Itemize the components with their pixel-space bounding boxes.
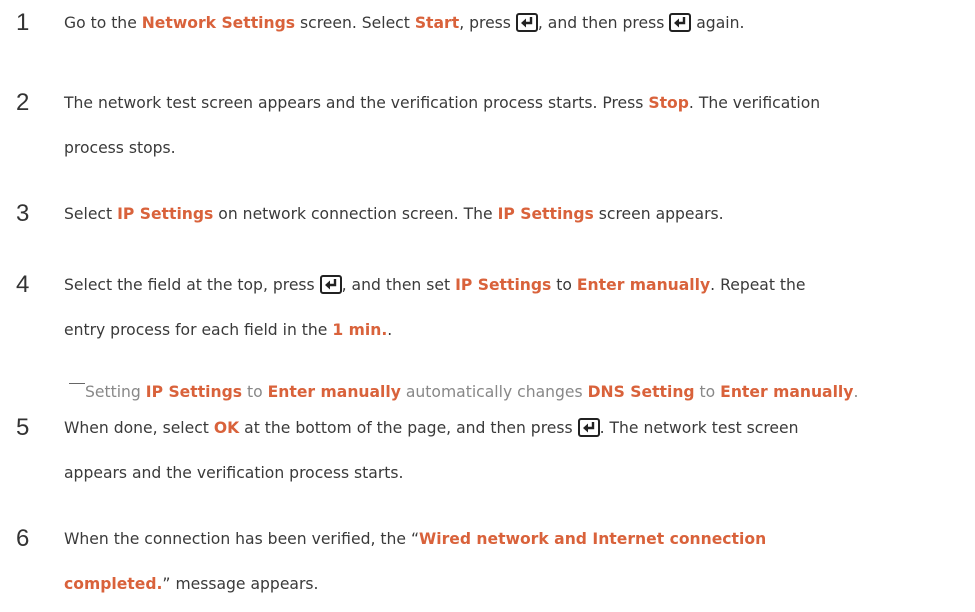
highlight-term: IP Settings (497, 205, 594, 223)
enter-key-icon (319, 275, 342, 294)
step-number: 2 (16, 89, 30, 116)
body-text: to (242, 383, 268, 401)
step-text: The network test screen appears and the … (64, 86, 964, 165)
step-text: When done, select OK at the bottom of th… (64, 411, 964, 490)
body-text: again. (691, 14, 745, 32)
step-line: When the connection has been verified, t… (64, 522, 964, 556)
body-text: Setting (85, 383, 146, 401)
body-text: ” message appears. (162, 575, 319, 593)
enter-key-icon (515, 13, 538, 32)
step-text: Go to the Network Settings screen. Selec… (64, 6, 964, 40)
body-text: . (387, 321, 393, 339)
highlight-term: Enter manually (576, 276, 711, 294)
step-line: completed.” message appears. (64, 567, 964, 601)
highlight-term: Enter manually (267, 383, 401, 401)
step-line: entry process for each field in the 1 mi… (64, 313, 964, 347)
body-text: process stops. (64, 139, 176, 157)
highlight-term: completed. (64, 575, 163, 593)
step-number: 6 (16, 525, 30, 552)
step-line: When done, select OK at the bottom of th… (64, 411, 964, 445)
body-text: entry process for each field in the (64, 321, 333, 339)
highlight-term: IP Settings (117, 205, 214, 223)
body-text: Select the field at the top, press (64, 276, 320, 294)
body-text: screen. Select (295, 14, 415, 32)
highlight-term: Network Settings (141, 14, 296, 32)
highlight-term: OK (213, 419, 240, 437)
body-text: Select (64, 205, 118, 223)
note-text: Setting IP Settings to Enter manually au… (85, 381, 858, 403)
step-line: process stops. (64, 131, 964, 165)
body-text: . The verification (688, 94, 821, 112)
step-line: Select IP Settings on network connection… (64, 197, 964, 231)
step-number: 4 (16, 271, 30, 298)
step-text: When the connection has been verified, t… (64, 522, 964, 601)
note-dash (69, 383, 85, 384)
highlight-term: Stop (648, 94, 689, 112)
body-text: automatically changes (400, 383, 588, 401)
highlight-term: IP Settings (455, 276, 552, 294)
body-text: . The network test screen (599, 419, 799, 437)
highlight-term: Start (414, 14, 460, 32)
highlight-term: IP Settings (145, 383, 243, 401)
enter-key-icon (577, 418, 600, 437)
body-text: screen appears. (593, 205, 724, 223)
body-text: , and then set (341, 276, 456, 294)
step-line: Go to the Network Settings screen. Selec… (64, 6, 964, 40)
step-number: 5 (16, 414, 30, 441)
body-text: . Repeat the (710, 276, 806, 294)
highlight-term: Wired network and Internet connection (419, 530, 767, 548)
highlight-term: Enter manually (720, 383, 854, 401)
body-text: to (694, 383, 721, 401)
body-text: The network test screen appears and the … (64, 94, 649, 112)
enter-key-icon (669, 13, 692, 32)
body-text: , press (459, 14, 516, 32)
step-text: Select the field at the top, press , and… (64, 268, 964, 347)
highlight-term: DNS Setting (587, 383, 695, 401)
body-text: on network connection screen. The (213, 205, 498, 223)
highlight-term: 1 min. (332, 321, 388, 339)
step-line: Select the field at the top, press , and… (64, 268, 964, 302)
body-text: Go to the (64, 14, 142, 32)
body-text: When the connection has been verified, t… (64, 530, 420, 548)
step-number: 1 (16, 9, 30, 36)
step-text: Select IP Settings on network connection… (64, 197, 964, 231)
step-line: The network test screen appears and the … (64, 86, 964, 120)
body-text: appears and the verification process sta… (64, 464, 404, 482)
body-text: , and then press (537, 14, 670, 32)
step-number: 3 (16, 200, 30, 227)
body-text: at the bottom of the page, and then pres… (239, 419, 578, 437)
body-text: to (551, 276, 577, 294)
body-text: . (853, 383, 859, 401)
step-line: appears and the verification process sta… (64, 456, 964, 490)
body-text: When done, select (64, 419, 214, 437)
